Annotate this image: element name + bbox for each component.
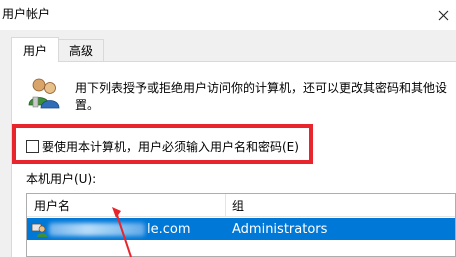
close-button[interactable] (430, 0, 456, 30)
close-icon (438, 10, 448, 20)
row-group: Administrators (232, 221, 328, 237)
column-divider[interactable] (225, 194, 226, 216)
tab-advanced[interactable]: 高级 (58, 39, 104, 61)
row-username-visible: le.com (147, 221, 191, 237)
row-username: le.com (49, 218, 191, 240)
users-icon (28, 78, 60, 109)
tab-advanced-label: 高级 (68, 44, 93, 58)
redacted-username-blur (49, 222, 145, 236)
column-header-group[interactable]: 组 (232, 194, 244, 216)
local-users-label: 本机用户(U): (26, 172, 97, 186)
require-login-option[interactable]: 要使用本计算机，用户必须输入用户名和密码(E) (26, 138, 299, 155)
users-listview[interactable]: 用户名 组 le.com Administrators (26, 193, 456, 257)
listview-header: 用户名 组 (27, 194, 455, 217)
user-accounts-window: 用户帐户 用户 高级 用下列表授予或拒绝用户访问你的计算机，还可以更改其密码和其… (0, 0, 456, 257)
column-header-username[interactable]: 用户名 (34, 194, 70, 216)
tab-users[interactable]: 用户 (11, 37, 59, 62)
description-text: 用下列表授予或拒绝用户访问你的计算机，还可以更改其密码和其他设置。 (75, 81, 448, 112)
require-login-checkbox[interactable] (26, 140, 39, 153)
title-bar: 用户帐户 (0, 0, 456, 30)
window-title: 用户帐户 (2, 7, 51, 21)
user-account-icon (31, 223, 47, 237)
require-login-label: 要使用本计算机，用户必须输入用户名和密码(E) (42, 140, 299, 154)
table-row[interactable]: le.com Administrators (27, 218, 455, 240)
tab-users-label: 用户 (22, 43, 47, 58)
